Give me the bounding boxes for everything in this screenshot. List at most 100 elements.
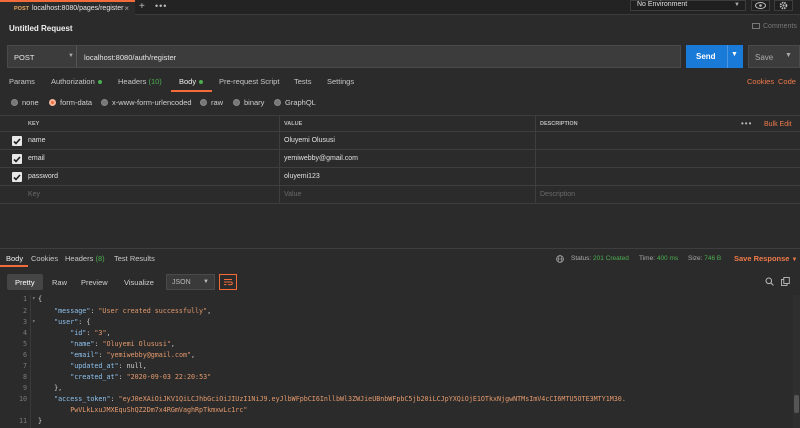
response-size: Size: 746 B — [688, 255, 721, 262]
tab-response-headers[interactable]: Headers (8) — [65, 254, 105, 263]
description-input[interactable]: Description — [540, 191, 575, 198]
save-response-button[interactable]: Save Response ▼ — [734, 254, 798, 263]
json-punct: , — [191, 351, 196, 359]
row-checkbox[interactable] — [12, 172, 22, 182]
scrollbar[interactable] — [793, 295, 800, 428]
eye-button[interactable] — [751, 0, 770, 11]
scrollbar-thumb[interactable] — [794, 395, 799, 413]
json-key: "created_at" — [38, 373, 119, 381]
tab-response-body[interactable]: Body — [6, 254, 23, 263]
row-value[interactable]: yemiwebby@gmail.com — [284, 155, 358, 162]
format-label: JSON — [172, 279, 191, 286]
divider — [535, 115, 536, 204]
value-input[interactable]: Value — [284, 191, 301, 198]
save-button[interactable]: Save ▼ — [748, 45, 800, 68]
tab-params[interactable]: Params — [9, 77, 35, 86]
row-key[interactable]: name — [28, 137, 46, 144]
tab-body[interactable]: Body — [179, 77, 204, 86]
row-checkbox[interactable] — [12, 136, 22, 146]
radio-graphql[interactable]: GraphQL — [274, 98, 316, 107]
comments-button[interactable]: Comments 0 — [752, 23, 800, 30]
json-punct: , — [170, 340, 175, 348]
radio-icon — [11, 99, 18, 106]
chevron-down-icon[interactable]: ▼ — [731, 51, 738, 58]
code-line: "message": "User created successfully", — [38, 307, 211, 315]
new-tab-icon[interactable]: + — [139, 1, 145, 12]
wrap-lines-button[interactable] — [219, 274, 237, 290]
fold-icon[interactable]: ▾ — [32, 318, 36, 325]
line-number: 2 — [22, 307, 27, 315]
radio-raw[interactable]: raw — [200, 98, 223, 107]
radio-form-data-label: form-data — [60, 98, 93, 107]
json-value: "yemiwebby@gmail.com" — [106, 351, 192, 359]
bulk-edit-link[interactable]: Bulk Edit — [764, 121, 792, 128]
request-title[interactable]: Untitled Request — [9, 24, 73, 33]
settings-button[interactable] — [774, 0, 793, 11]
table-row: name Oluyemi Olususi — [0, 132, 800, 150]
radio-none[interactable]: none — [11, 98, 39, 107]
code-line: "access_token": "eyJ0eXAiOiJKV1QiLCJhbGc… — [38, 395, 626, 403]
format-select[interactable]: JSON ▼ — [166, 274, 215, 290]
code-line: "name": "Oluyemi Olususi", — [38, 340, 175, 348]
row-value[interactable]: oluyemi123 — [284, 173, 320, 180]
tab-authorization[interactable]: Authorization — [51, 77, 102, 86]
view-visualize[interactable]: Visualize — [116, 274, 162, 290]
active-tab-indicator — [0, 265, 28, 267]
environment-select[interactable]: No Environment ▼ — [630, 0, 746, 11]
fold-icon[interactable]: ▾ — [32, 295, 36, 302]
send-button[interactable]: Send ▼ — [686, 45, 743, 68]
divider — [279, 115, 280, 204]
view-raw[interactable]: Raw — [44, 274, 75, 290]
response-headers-count: (8) — [95, 254, 105, 263]
more-tabs-icon[interactable]: ••• — [155, 1, 167, 11]
size-value: 746 B — [704, 255, 722, 262]
row-key[interactable]: email — [28, 155, 45, 162]
chevron-down-icon[interactable]: ▼ — [785, 52, 792, 59]
row-checkbox[interactable] — [12, 154, 22, 164]
copy-icon[interactable] — [781, 277, 790, 286]
json-value: "User created successfully" — [98, 307, 208, 315]
column-key: KEY — [28, 121, 40, 127]
tab-response-cookies[interactable]: Cookies — [31, 254, 58, 263]
chevron-down-icon: ▼ — [734, 2, 740, 8]
code-line: } — [38, 417, 43, 425]
tab-headers[interactable]: Headers (10) — [118, 77, 162, 86]
tab-prerequest-script[interactable]: Pre-request Script — [219, 77, 279, 86]
close-tab-icon[interactable]: × — [124, 4, 129, 13]
tab-bar: POST localhost:8080/pages/register × + •… — [0, 0, 800, 15]
tab-url: localhost:8080/pages/register — [31, 5, 124, 12]
check-icon — [13, 155, 21, 163]
tab-settings[interactable]: Settings — [327, 77, 354, 86]
line-number: 6 — [22, 351, 27, 359]
more-options-icon[interactable]: ••• — [741, 119, 752, 128]
tab-tests[interactable]: Tests — [294, 77, 312, 86]
method-select[interactable]: POST — [14, 53, 34, 62]
view-preview[interactable]: Preview — [73, 274, 116, 290]
key-input[interactable]: Key — [28, 191, 40, 198]
search-icon[interactable] — [765, 277, 774, 286]
row-value[interactable]: Oluyemi Olususi — [284, 137, 335, 144]
code-line: "created_at": "2020-09-03 22:20:53" — [38, 373, 211, 381]
code-line: "email": "yemiwebby@gmail.com", — [38, 351, 195, 359]
status-dot-icon — [199, 80, 204, 85]
radio-binary[interactable]: binary — [233, 98, 264, 107]
json-punct: : — [118, 373, 127, 381]
tab-test-results[interactable]: Test Results — [114, 254, 155, 263]
cookies-link[interactable]: Cookies — [747, 77, 774, 86]
column-description: DESCRIPTION — [540, 121, 578, 127]
url-input[interactable]: localhost:8080/auth/register — [84, 53, 176, 62]
divider — [76, 46, 77, 67]
globe-icon[interactable] — [556, 255, 564, 263]
code-line: { — [38, 295, 43, 303]
request-tab[interactable]: POST localhost:8080/pages/register × — [0, 0, 135, 15]
json-value: "3" — [94, 329, 107, 337]
radio-form-data[interactable]: form-data — [49, 98, 92, 107]
row-key[interactable]: password — [28, 173, 58, 180]
line-number: 11 — [18, 417, 27, 425]
line-number: 7 — [22, 362, 27, 370]
view-pretty[interactable]: Pretty — [7, 274, 43, 290]
radio-x-www-form-urlencoded[interactable]: x-www-form-urlencoded — [101, 98, 192, 107]
code-link[interactable]: Code — [778, 77, 796, 86]
comments-label: Comments — [763, 23, 797, 30]
status-label: Status: — [571, 255, 592, 262]
